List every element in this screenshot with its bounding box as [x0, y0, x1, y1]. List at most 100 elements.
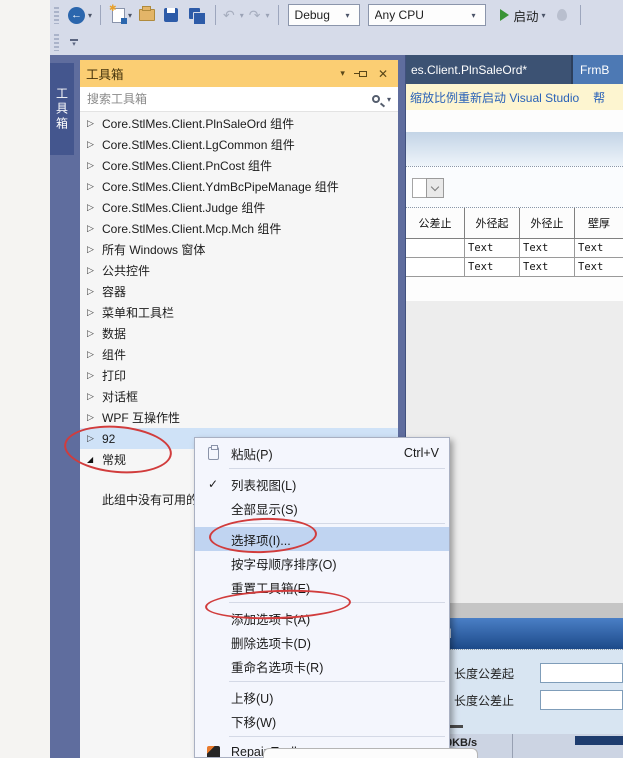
toolbox-category-containers[interactable]: ▷容器	[80, 281, 398, 302]
toolbox-category-all-winforms[interactable]: ▷所有 Windows 窗体	[80, 239, 398, 260]
expander-icon[interactable]: ▷	[87, 370, 102, 381]
toolbox-title-bar[interactable]: 工具箱 ▾ ✕	[80, 60, 398, 87]
menu-item-sort-alphabetically[interactable]: 按字母顺序排序(O)	[195, 551, 449, 575]
grid-cell[interactable]: Text	[575, 258, 623, 277]
toolbox-category-common-controls[interactable]: ▷公共控件	[80, 260, 398, 281]
expander-icon[interactable]: ▷	[87, 307, 102, 318]
designer-combobox[interactable]	[412, 178, 444, 198]
grid-header[interactable]: 壁厚	[575, 208, 623, 239]
visual-studio-window: ← ▾ ▾ ↶ ▾ ↷ ▾ Debug ▾ Any CPU ▾ 启动 ▾	[0, 0, 623, 758]
grid-cell[interactable]	[406, 258, 465, 277]
expander-icon[interactable]: ▷	[87, 202, 102, 213]
grid-cell[interactable]: Text	[520, 239, 575, 258]
start-caret-icon[interactable]: ▾	[542, 11, 546, 20]
grid-cell[interactable]: Text	[465, 239, 520, 258]
menu-item-move-up[interactable]: 上移(U)	[195, 685, 449, 709]
toolbox-category-printing[interactable]: ▷打印	[80, 365, 398, 386]
tab-frmb[interactable]: FrmB	[573, 55, 623, 84]
restart-link[interactable]: 缩放比例重新启动 Visual Studio	[410, 89, 579, 106]
close-icon[interactable]: ✕	[378, 68, 388, 80]
toolbox-category-dialogs[interactable]: ▷对话框	[80, 386, 398, 407]
expander-icon[interactable]: ▷	[87, 118, 102, 129]
grid-cell[interactable]: Text	[465, 258, 520, 277]
start-button[interactable]: 启动	[514, 6, 539, 25]
field-label: 长度公差止	[454, 692, 526, 709]
navigate-back-icon[interactable]: ←	[68, 7, 85, 24]
grid-cell[interactable]	[406, 239, 465, 258]
grid-cell[interactable]: Text	[520, 258, 575, 277]
toolbox-category-wpf-interop[interactable]: ▷WPF 互操作性	[80, 407, 398, 428]
menu-item-rename-tab[interactable]: 重命名选项卡(R)	[195, 654, 449, 678]
toolbox-category-data[interactable]: ▷数据	[80, 323, 398, 344]
grid-header[interactable]: 外径止	[520, 208, 575, 239]
toolbar-separator	[278, 5, 279, 25]
search-icon[interactable]	[372, 95, 380, 103]
toolbox-category-plnsaleord[interactable]: ▷Core.StlMes.Client.PlnSaleOrd 组件	[80, 113, 398, 134]
shortcut-label: Ctrl+V	[404, 446, 439, 460]
document-tab-strip: es.Client.PlnSaleOrd* FrmB	[406, 55, 623, 84]
menu-item-paste[interactable]: 粘贴(P) Ctrl+V	[195, 441, 449, 465]
menu-item-list-view[interactable]: ✓ 列表视图(L)	[195, 472, 449, 496]
toolbox-category-menus-toolbars[interactable]: ▷菜单和工具栏	[80, 302, 398, 323]
toolbox-vertical-tab[interactable]: 工具箱	[50, 63, 74, 155]
search-input[interactable]	[80, 92, 372, 106]
expander-icon[interactable]: ▷	[87, 349, 102, 360]
configuration-dropdown[interactable]: Debug ▾	[288, 4, 360, 26]
chevron-down-icon: ▾	[346, 11, 350, 20]
new-item-icon[interactable]	[112, 8, 125, 23]
toolbox-category-pncost[interactable]: ▷Core.StlMes.Client.PnCost 组件	[80, 155, 398, 176]
undo-caret-icon[interactable]: ▾	[240, 11, 244, 20]
toolbar-grip[interactable]	[54, 7, 59, 24]
toolbox-category-components[interactable]: ▷组件	[80, 344, 398, 365]
toolbar-overflow-icon[interactable]: ▾	[70, 39, 78, 47]
expander-icon[interactable]: ▷	[87, 181, 102, 192]
toolbox-category-ydmbcpipemanage[interactable]: ▷Core.StlMes.Client.YdmBcPipeManage 组件	[80, 176, 398, 197]
menu-item-move-down[interactable]: 下移(W)	[195, 709, 449, 733]
redo-caret-icon[interactable]: ▾	[266, 11, 270, 20]
grid-row: Text Text Text	[406, 239, 623, 258]
field-row: 长度公差止	[454, 690, 623, 710]
toolbar-grip[interactable]	[54, 34, 59, 51]
length-tolerance-end-input[interactable]	[540, 690, 623, 710]
expander-icon[interactable]: ▷	[87, 286, 102, 297]
toolbar-separator	[100, 5, 101, 25]
redo-icon[interactable]: ↷	[249, 8, 261, 22]
tab-plnsaleord[interactable]: es.Client.PlnSaleOrd*	[406, 55, 573, 84]
pin-icon[interactable]	[359, 71, 367, 77]
toolbar-separator	[215, 5, 216, 25]
window-position-icon[interactable]: ▾	[340, 68, 345, 79]
grid-header[interactable]: 公差止	[406, 208, 465, 239]
undo-icon[interactable]: ↶	[223, 8, 235, 22]
run-icon[interactable]	[500, 9, 509, 21]
expander-icon[interactable]: ▷	[87, 244, 102, 255]
platform-dropdown[interactable]: Any CPU ▾	[368, 4, 486, 26]
field-row: 长度公差起	[454, 663, 623, 683]
new-item-caret-icon[interactable]: ▾	[128, 11, 132, 20]
expander-icon[interactable]: ▷	[87, 139, 102, 150]
save-all-icon[interactable]	[189, 8, 204, 23]
grid-header[interactable]: 外径起	[465, 208, 520, 239]
toolbox-category-mcpmch[interactable]: ▷Core.StlMes.Client.Mcp.Mch 组件	[80, 218, 398, 239]
toolbox-category-lgcommon[interactable]: ▷Core.StlMes.Client.LgCommon 组件	[80, 134, 398, 155]
help-link[interactable]: 帮	[593, 89, 605, 106]
menu-item-show-all[interactable]: 全部显示(S)	[195, 496, 449, 520]
bottom-navy-strip	[575, 736, 623, 745]
length-tolerance-start-input[interactable]	[540, 663, 623, 683]
performance-icon[interactable]	[557, 9, 567, 21]
grid-cell[interactable]: Text	[575, 239, 623, 258]
expander-icon[interactable]: ▷	[87, 265, 102, 276]
save-icon[interactable]	[164, 8, 178, 22]
resize-grip[interactable]	[448, 725, 463, 728]
search-options-caret-icon[interactable]: ▾	[387, 95, 391, 104]
open-file-icon[interactable]	[139, 9, 155, 21]
expander-icon[interactable]: ▷	[87, 391, 102, 402]
expander-icon[interactable]: ▷	[87, 328, 102, 339]
expander-icon[interactable]: ▷	[87, 160, 102, 171]
expander-icon[interactable]: ▷	[87, 412, 102, 423]
expander-icon[interactable]: ▷	[87, 223, 102, 234]
menu-item-delete-tab[interactable]: 删除选项卡(D)	[195, 630, 449, 654]
grid-header-row: 公差止 外径起 外径止 壁厚	[406, 208, 623, 239]
navigate-caret-icon[interactable]: ▾	[88, 11, 92, 20]
toolbox-category-judge[interactable]: ▷Core.StlMes.Client.Judge 组件	[80, 197, 398, 218]
menu-separator	[229, 736, 445, 737]
